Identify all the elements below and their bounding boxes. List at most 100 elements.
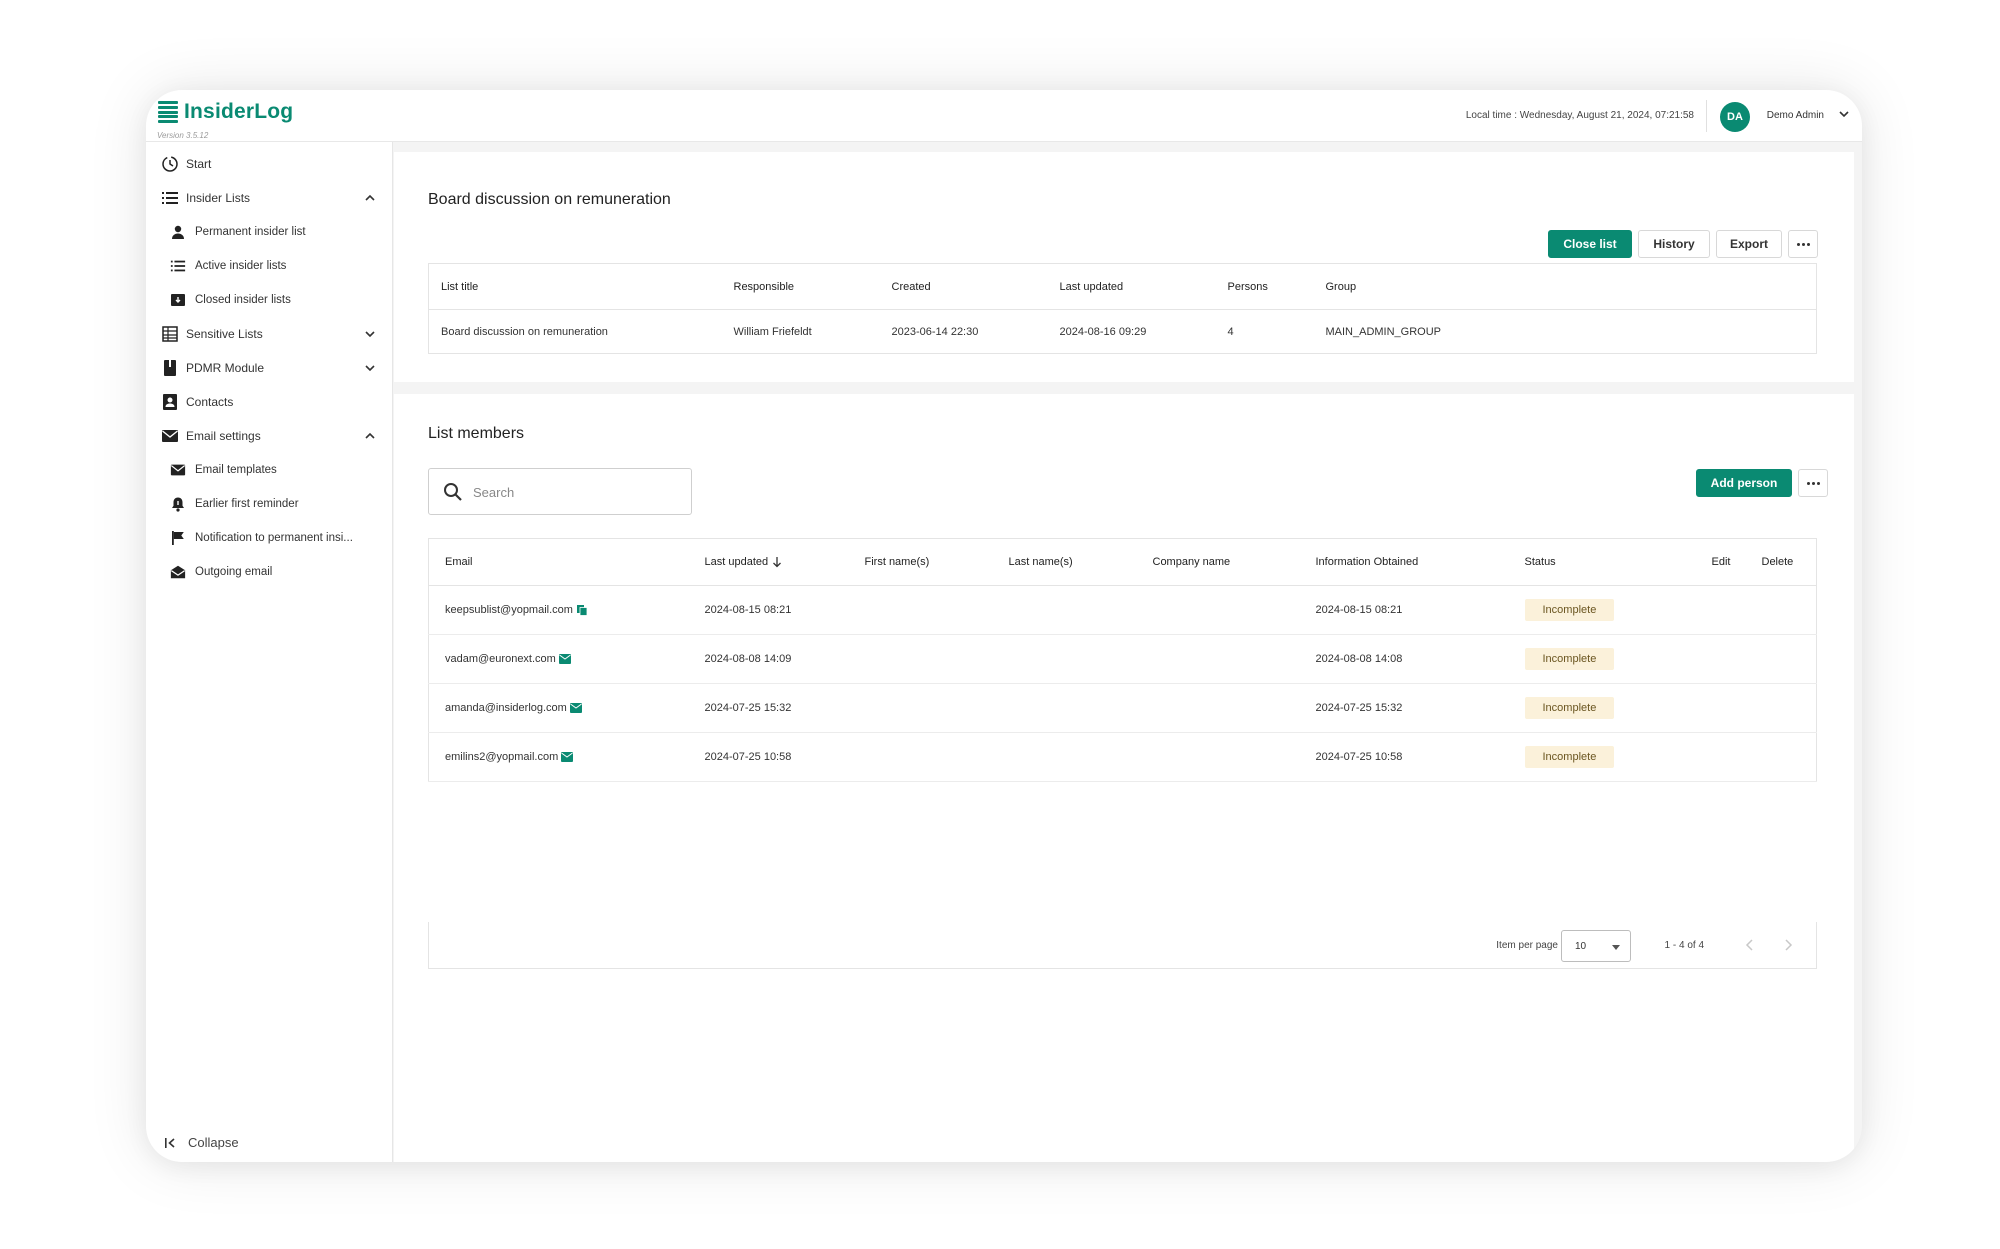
chevron-up-icon[interactable] xyxy=(363,191,377,205)
table-row[interactable]: emilins2@yopmail.com 2024-07-25 10:58 20… xyxy=(428,732,1817,782)
table-cell: 2024-07-25 15:32 xyxy=(688,683,849,733)
sidebar-item-label: PDMR Module xyxy=(186,361,265,375)
column-header: Created xyxy=(879,263,1048,310)
edit-cell[interactable] xyxy=(1695,683,1746,733)
list-info-table: List title Responsible Created Last upda… xyxy=(428,263,1817,354)
sidebar-item-permanent-insider-list[interactable]: Permanent insider list xyxy=(146,217,393,247)
sidebar-item-earlier-first-reminder[interactable]: Earlier first reminder xyxy=(146,489,393,519)
edit-cell[interactable] xyxy=(1695,585,1746,635)
contact-card-icon xyxy=(161,393,179,411)
table-cell: 2024-08-15 08:21 xyxy=(1299,585,1509,635)
sidebar-item-pdmr-module[interactable]: PDMR Module xyxy=(146,353,393,383)
table-cell: William Friefeldt xyxy=(733,325,812,338)
sidebar-item-insider-lists[interactable]: Insider Lists xyxy=(146,183,393,213)
collapse-icon xyxy=(165,1137,175,1148)
user-name[interactable]: Demo Admin xyxy=(1767,110,1824,121)
chevron-left-icon[interactable] xyxy=(1744,938,1756,952)
items-per-page-label: Item per page xyxy=(1496,940,1558,951)
search-icon xyxy=(444,483,462,501)
column-header-last-name[interactable]: Last name(s) xyxy=(992,538,1137,586)
items-per-page-value: 10 xyxy=(1575,941,1587,952)
sidebar-item-outgoing-email[interactable]: Outgoing email xyxy=(146,557,393,587)
table-cell xyxy=(1136,634,1300,684)
column-header-status[interactable]: Status xyxy=(1508,538,1696,586)
export-button[interactable]: Export xyxy=(1716,230,1782,258)
sidebar-item-label: Email templates xyxy=(195,464,277,476)
sidebar-item-sensitive-lists[interactable]: Sensitive Lists xyxy=(146,319,393,349)
list-details-panel: Board discussion on remuneration Close l… xyxy=(394,152,1854,382)
sidebar-item-closed-insider-lists[interactable]: Closed insider lists xyxy=(146,285,393,315)
page-title: Board discussion on remuneration xyxy=(428,191,671,208)
top-bar: InsiderLog Version 3.5.12 Local time : W… xyxy=(146,90,1862,142)
sidebar-item-active-insider-lists[interactable]: Active insider lists xyxy=(146,251,393,281)
list-icon xyxy=(161,189,179,207)
section-title: List members xyxy=(428,425,525,442)
sidebar-item-contacts[interactable]: Contacts xyxy=(146,387,393,417)
chevron-right-icon[interactable] xyxy=(1782,938,1794,952)
edit-cell[interactable] xyxy=(1695,732,1746,782)
chevron-down-icon[interactable] xyxy=(1836,106,1852,122)
column-header-first-name[interactable]: First name(s) xyxy=(848,538,993,586)
sidebar-item-label: Start xyxy=(186,157,212,171)
sidebar-item-email-templates[interactable]: Email templates xyxy=(146,455,393,485)
app-logo[interactable]: InsiderLog xyxy=(158,100,293,124)
delete-cell[interactable] xyxy=(1745,634,1817,684)
table-cell xyxy=(1136,683,1300,733)
envelope-icon xyxy=(169,461,187,479)
list-icon xyxy=(169,257,187,275)
table-cell: 4 xyxy=(1227,325,1234,338)
column-header: List title xyxy=(428,263,722,310)
table-cell: 2024-08-08 14:08 xyxy=(1299,634,1509,684)
more-icon xyxy=(1796,242,1810,246)
table-header-row: Email Last updated First name(s) Last na… xyxy=(428,538,1817,586)
delete-cell[interactable] xyxy=(1745,585,1817,635)
search-field[interactable] xyxy=(428,468,692,515)
chevron-down-icon[interactable] xyxy=(363,361,377,375)
table-cell xyxy=(848,585,993,635)
table-cell xyxy=(992,634,1137,684)
status-cell: Incomplete xyxy=(1508,732,1696,782)
sidebar-item-label: Permanent insider list xyxy=(195,226,306,238)
table-cell xyxy=(1136,585,1300,635)
table-row[interactable]: amanda@insiderlog.com 2024-07-25 15:32 2… xyxy=(428,683,1817,733)
more-options-button[interactable] xyxy=(1788,230,1818,258)
avatar[interactable]: DA xyxy=(1720,102,1750,132)
members-table: Email Last updated First name(s) Last na… xyxy=(428,538,1817,782)
search-input[interactable] xyxy=(473,479,673,505)
list-members-panel: List members Add person Email Last updat… xyxy=(394,394,1854,1162)
table-cell: Board discussion on remuneration xyxy=(441,325,608,338)
open-envelope-icon xyxy=(169,563,187,581)
chevron-up-icon[interactable] xyxy=(363,429,377,443)
table-row[interactable]: keepsublist@yopmail.com 2024-08-15 08:21… xyxy=(428,585,1817,635)
table-cell: 2024-08-08 14:09 xyxy=(688,634,849,684)
items-per-page-select[interactable]: 10 xyxy=(1561,930,1631,962)
table-row[interactable]: vadam@euronext.com 2024-08-08 14:09 2024… xyxy=(428,634,1817,684)
status-cell: Incomplete xyxy=(1508,634,1696,684)
table-cell: 2024-07-25 10:58 xyxy=(1299,732,1509,782)
members-more-options-button[interactable] xyxy=(1798,469,1828,497)
column-header-information-obtained[interactable]: Information Obtained xyxy=(1299,538,1509,586)
status-cell: Incomplete xyxy=(1508,683,1696,733)
sidebar-item-label: Insider Lists xyxy=(186,191,251,205)
close-list-button[interactable]: Close list xyxy=(1548,230,1632,258)
edit-cell[interactable] xyxy=(1695,634,1746,684)
sidebar-item-notification-permanent[interactable]: Notification to permanent insi... xyxy=(146,523,393,553)
sidebar-item-start[interactable]: Start xyxy=(146,149,393,179)
delete-cell[interactable] xyxy=(1745,683,1817,733)
column-header-email[interactable]: Email xyxy=(428,538,689,586)
table-cell: 2024-07-25 10:58 xyxy=(688,732,849,782)
history-button[interactable]: History xyxy=(1638,230,1710,258)
add-person-button[interactable]: Add person xyxy=(1696,469,1792,497)
book-icon xyxy=(161,359,179,377)
collapse-button[interactable]: Collapse xyxy=(164,1135,239,1150)
sidebar-item-label: Notification to permanent insi... xyxy=(195,532,353,544)
table-cell xyxy=(992,683,1137,733)
column-header-last-updated[interactable]: Last updated xyxy=(688,538,849,586)
sidebar-item-email-settings[interactable]: Email settings xyxy=(146,421,393,451)
person-icon xyxy=(169,223,187,241)
column-header-company[interactable]: Company name xyxy=(1136,538,1300,586)
collapse-label: Collapse xyxy=(188,1135,239,1150)
chevron-down-icon[interactable] xyxy=(363,327,377,341)
delete-cell[interactable] xyxy=(1745,732,1817,782)
app-window: InsiderLog Version 3.5.12 Local time : W… xyxy=(146,90,1862,1162)
